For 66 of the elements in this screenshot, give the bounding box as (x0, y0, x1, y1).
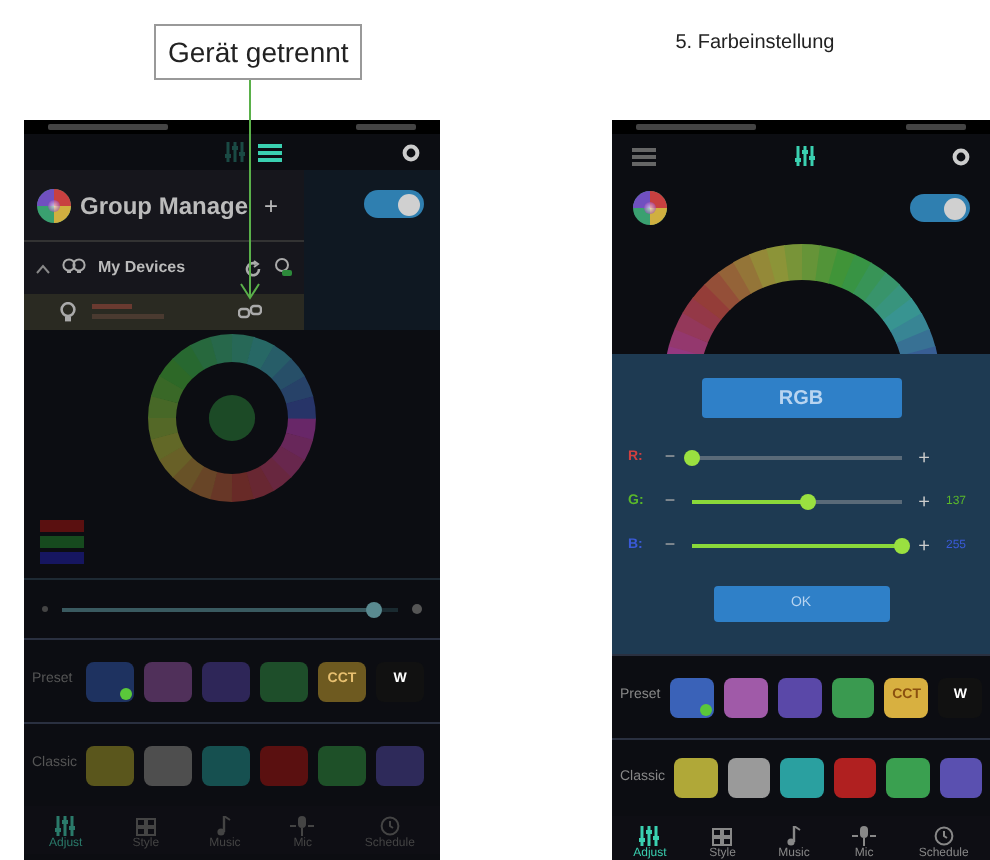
sliders-icon (638, 826, 661, 846)
dim-icon (40, 604, 50, 614)
color-swatch[interactable] (144, 661, 192, 701)
bulb-icon (274, 258, 292, 278)
color-swatch[interactable] (674, 758, 717, 798)
color-swatch[interactable] (260, 745, 308, 785)
color-swatch[interactable] (318, 745, 366, 785)
callout-label: Gerät getrennt (154, 24, 363, 80)
color-swatch[interactable] (724, 677, 768, 717)
list-icon (632, 147, 656, 165)
minus-button[interactable]: − (660, 444, 680, 472)
plus-button[interactable]: + (914, 443, 934, 473)
music-note-icon (216, 816, 233, 836)
music-note-icon (785, 826, 802, 846)
status-bar-icons (48, 124, 168, 130)
color-swatch[interactable] (86, 661, 134, 701)
status-bar-icons (906, 124, 966, 130)
group-name[interactable]: My Devices (98, 256, 232, 280)
grid-icon (712, 828, 733, 846)
color-swatch[interactable] (202, 661, 250, 701)
color-swatch[interactable] (886, 758, 929, 798)
clock-icon (379, 816, 400, 836)
sliders-icon (224, 142, 246, 162)
refresh-icon (244, 259, 262, 277)
sliders-icon (793, 146, 815, 166)
slider-thumb[interactable] (894, 538, 910, 554)
color-swatch[interactable] (831, 677, 875, 717)
section-heading: 5. Farbeinstellung (675, 30, 835, 58)
color-swatch[interactable] (144, 745, 192, 785)
sliders-icon (54, 816, 77, 836)
minus-button[interactable]: − (660, 488, 680, 516)
microphone-icon (852, 826, 877, 846)
bulb-icon (60, 302, 76, 322)
color-swatch[interactable] (780, 758, 823, 798)
plus-button[interactable]: + (914, 487, 934, 517)
settings-icon (402, 143, 420, 161)
toggle-switch[interactable] (364, 190, 424, 218)
color-swatch[interactable] (777, 677, 822, 717)
color-swatch[interactable] (202, 745, 250, 785)
add-button[interactable]: + (264, 187, 279, 223)
list-icon (258, 143, 282, 161)
minus-button[interactable]: − (660, 532, 680, 560)
toggle-switch[interactable] (910, 194, 970, 222)
broken-link-icon (238, 304, 262, 320)
color-swatch[interactable] (939, 758, 982, 798)
color-swatch[interactable] (833, 758, 876, 798)
status-bar-icons (636, 124, 756, 130)
bright-icon (410, 602, 424, 616)
slider-thumb[interactable] (684, 450, 700, 466)
settings-icon (952, 147, 970, 165)
color-swatch[interactable] (260, 661, 308, 701)
color-swatch[interactable] (727, 758, 770, 798)
color-swatch[interactable] (670, 677, 715, 717)
clock-icon (933, 826, 954, 846)
bulbs-icon (62, 258, 86, 278)
status-bar-icons (356, 124, 416, 130)
group-title: Group Manage (80, 189, 249, 223)
microphone-icon (290, 816, 315, 836)
color-swatch[interactable] (376, 745, 424, 785)
slider-thumb[interactable] (366, 601, 383, 617)
grid-icon (135, 818, 156, 836)
plus-button[interactable]: + (914, 531, 934, 561)
color-swatch[interactable] (86, 745, 134, 785)
color-ball-icon (632, 190, 668, 226)
color-ball-icon (36, 187, 72, 223)
slider-thumb[interactable] (799, 494, 816, 510)
